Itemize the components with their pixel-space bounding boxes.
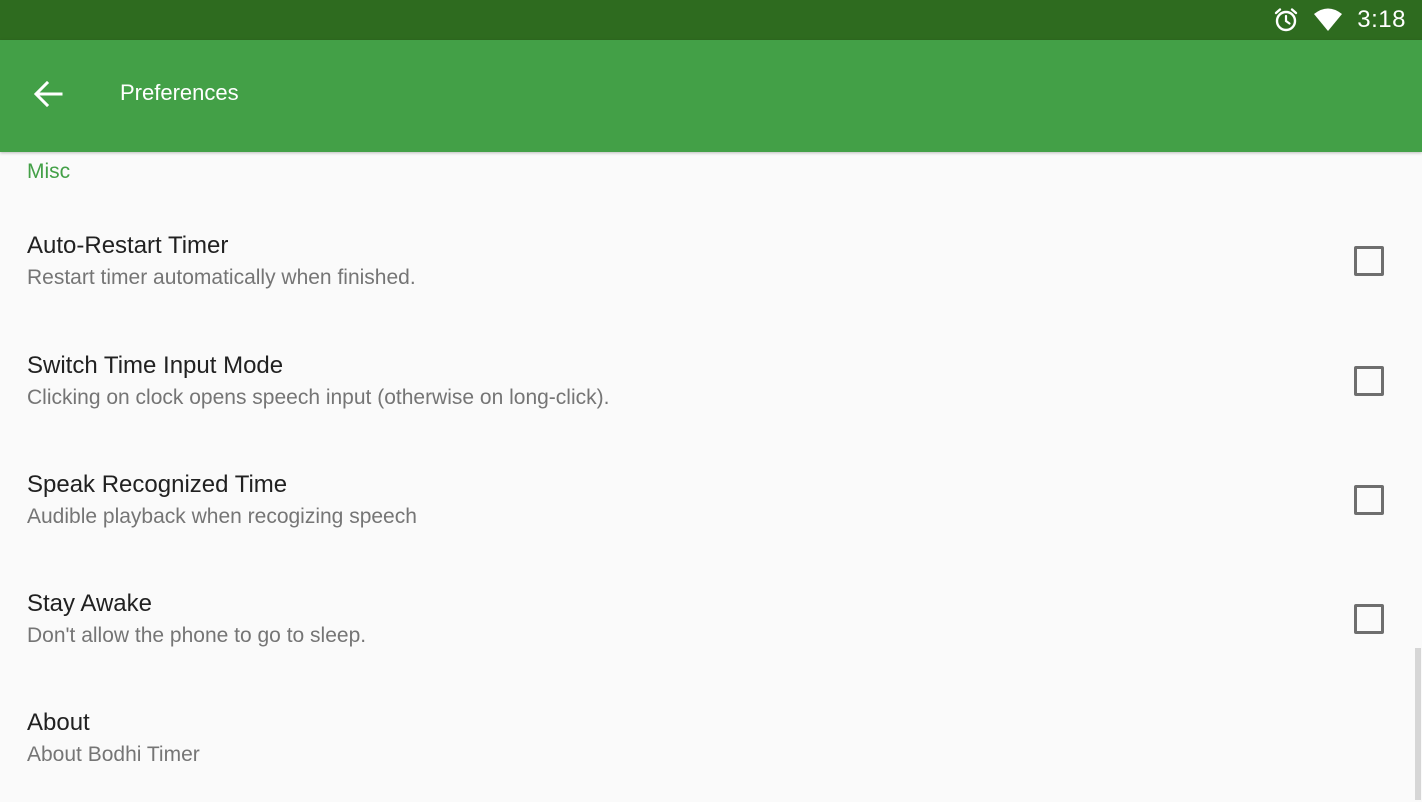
preferences-list: Misc Auto-Restart Timer Restart timer au… xyxy=(0,152,1422,800)
pref-speak-recognized-time[interactable]: Speak Recognized Time Audible playback w… xyxy=(0,442,1410,562)
pref-auto-restart-timer[interactable]: Auto-Restart Timer Restart timer automat… xyxy=(0,202,1410,322)
pref-title: About xyxy=(27,709,90,736)
pref-stay-awake[interactable]: Stay Awake Don't allow the phone to go t… xyxy=(0,562,1410,682)
pref-title: Stay Awake xyxy=(27,590,152,617)
pref-summary: Clicking on clock opens speech input (ot… xyxy=(27,386,610,409)
arrow-back-icon xyxy=(33,80,63,113)
scrollbar[interactable] xyxy=(1415,648,1421,800)
auto-restart-checkbox[interactable] xyxy=(1354,246,1384,276)
pref-title: Speak Recognized Time xyxy=(27,471,288,498)
status-time: 3:18 xyxy=(1357,6,1406,33)
pref-summary: Audible playback when recogizing speech xyxy=(27,505,417,528)
back-button[interactable] xyxy=(28,78,68,114)
speak-recognized-time-checkbox[interactable] xyxy=(1354,485,1384,515)
switch-input-mode-checkbox[interactable] xyxy=(1354,366,1384,396)
stay-awake-checkbox[interactable] xyxy=(1354,604,1384,634)
wifi-icon xyxy=(1313,8,1343,32)
alarm-icon xyxy=(1273,7,1299,33)
status-bar: 3:18 xyxy=(0,0,1422,40)
pref-about[interactable]: About About Bodhi Timer xyxy=(0,682,1410,802)
page-title: Preferences xyxy=(120,80,239,105)
pref-summary: Restart timer automatically when finishe… xyxy=(27,266,416,289)
pref-switch-time-input-mode[interactable]: Switch Time Input Mode Clicking on clock… xyxy=(0,322,1410,442)
pref-title: Switch Time Input Mode xyxy=(27,352,284,379)
pref-summary: Don't allow the phone to go to sleep. xyxy=(27,624,367,647)
section-header-misc: Misc xyxy=(27,160,71,183)
pref-summary: About Bodhi Timer xyxy=(27,743,200,766)
app-bar: Preferences xyxy=(0,40,1422,152)
pref-title: Auto-Restart Timer xyxy=(27,232,229,259)
